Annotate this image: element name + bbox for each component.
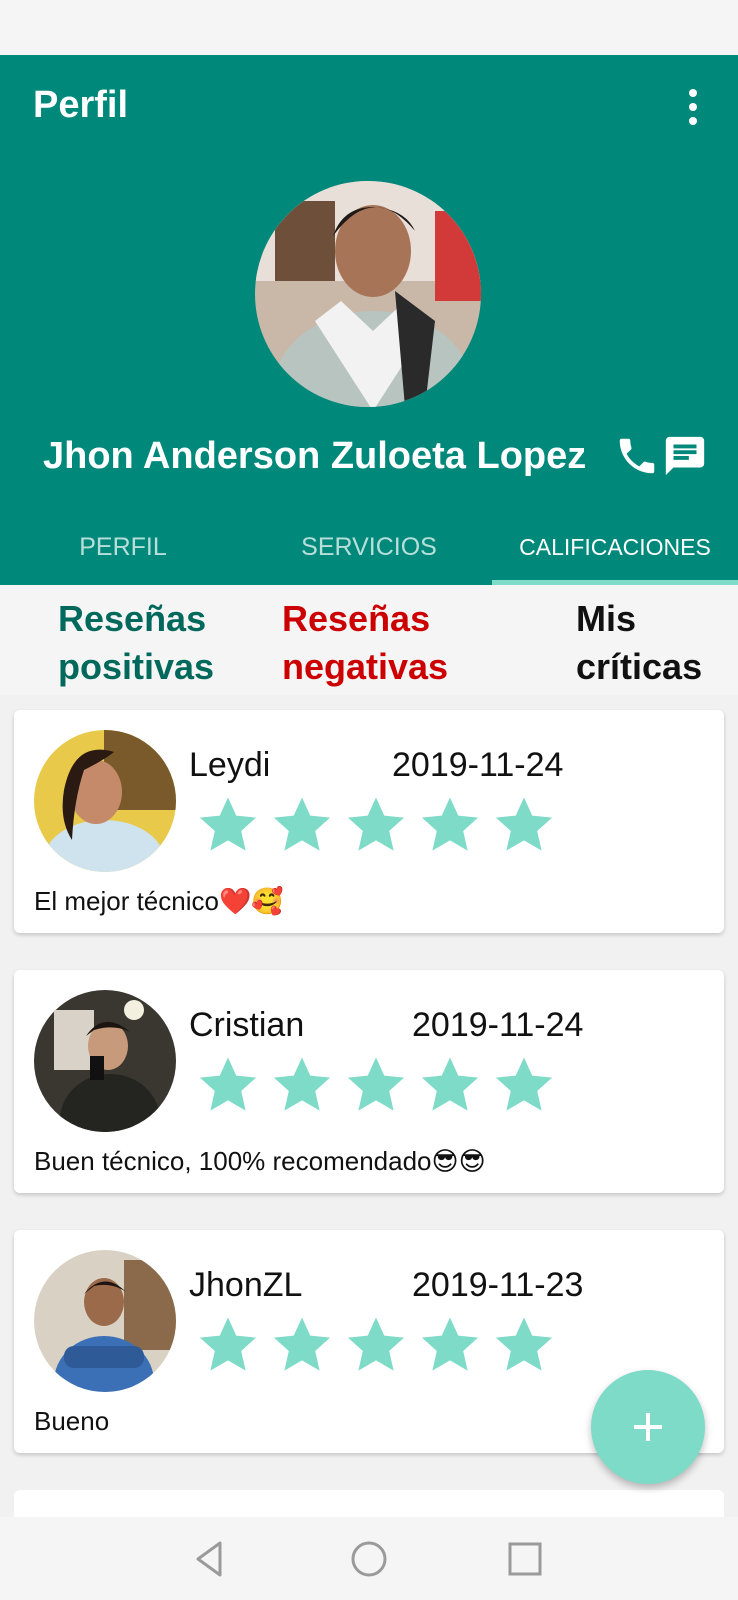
review-filter-bar: Reseñas positivas Reseñas negativas Mis … <box>0 585 738 695</box>
tab-calificaciones[interactable]: CALIFICACIONES <box>492 510 738 585</box>
star-icon <box>421 797 479 851</box>
review-date: 2019-11-24 <box>392 746 564 784</box>
page-title: Perfil <box>33 84 129 126</box>
star-icon <box>199 1057 257 1111</box>
profile-name: Jhon Anderson Zuloeta Lopez <box>43 435 587 477</box>
reviewer-avatar <box>34 990 176 1132</box>
review-card[interactable]: Cristian 2019-11-24 Buen técnico, 100% r… <box>14 970 724 1193</box>
star-icon <box>347 1057 405 1111</box>
negative-reviews-tab[interactable]: Reseñas negativas <box>282 595 482 691</box>
star-icon <box>421 1317 479 1371</box>
reviewer-name: JhonZL <box>189 1266 303 1304</box>
star-icon <box>495 1317 553 1371</box>
profile-tabs: PERFIL SERVICIOS CALIFICACIONES <box>0 510 738 585</box>
reviewer-name: Cristian <box>189 1006 305 1044</box>
star-icon <box>495 797 553 851</box>
star-icon <box>273 797 331 851</box>
review-date: 2019-11-23 <box>412 1266 584 1304</box>
reviewer-name: Leydi <box>189 746 271 784</box>
chat-icon[interactable] <box>661 433 709 479</box>
star-rating <box>192 1312 562 1378</box>
star-icon <box>273 1317 331 1371</box>
positive-reviews-tab[interactable]: Reseñas positivas <box>58 595 258 691</box>
add-review-button[interactable] <box>591 1370 705 1484</box>
star-rating <box>192 1052 562 1118</box>
phone-icon[interactable] <box>614 433 660 479</box>
star-icon <box>199 797 257 851</box>
review-comment: El mejor técnico❤️🥰 <box>34 886 284 916</box>
my-reviews-tab[interactable]: Mis críticas <box>576 595 736 691</box>
review-date: 2019-11-24 <box>412 1006 584 1044</box>
home-icon[interactable] <box>347 1537 391 1581</box>
review-card[interactable]: Leydi 2019-11-24 El mejor técnico❤️🥰 <box>14 710 724 933</box>
system-nav-bar <box>0 1517 738 1600</box>
back-icon[interactable] <box>188 1537 232 1581</box>
star-icon <box>421 1057 479 1111</box>
recents-icon[interactable] <box>503 1537 547 1581</box>
star-icon <box>347 797 405 851</box>
star-icon <box>495 1057 553 1111</box>
more-vert-icon[interactable] <box>676 85 710 129</box>
review-comment: Buen técnico, 100% recomendado😎😎 <box>34 1146 486 1176</box>
status-bar <box>0 0 738 55</box>
star-icon <box>347 1317 405 1371</box>
star-icon <box>273 1057 331 1111</box>
plus-icon <box>634 1413 662 1441</box>
tab-perfil[interactable]: PERFIL <box>0 510 246 585</box>
star-icon <box>199 1317 257 1371</box>
review-comment: Bueno <box>34 1406 110 1436</box>
reviewer-avatar <box>34 730 176 872</box>
star-rating <box>192 792 562 858</box>
reviewer-avatar <box>34 1250 176 1392</box>
tab-servicios[interactable]: SERVICIOS <box>246 510 492 585</box>
profile-avatar <box>255 181 481 407</box>
